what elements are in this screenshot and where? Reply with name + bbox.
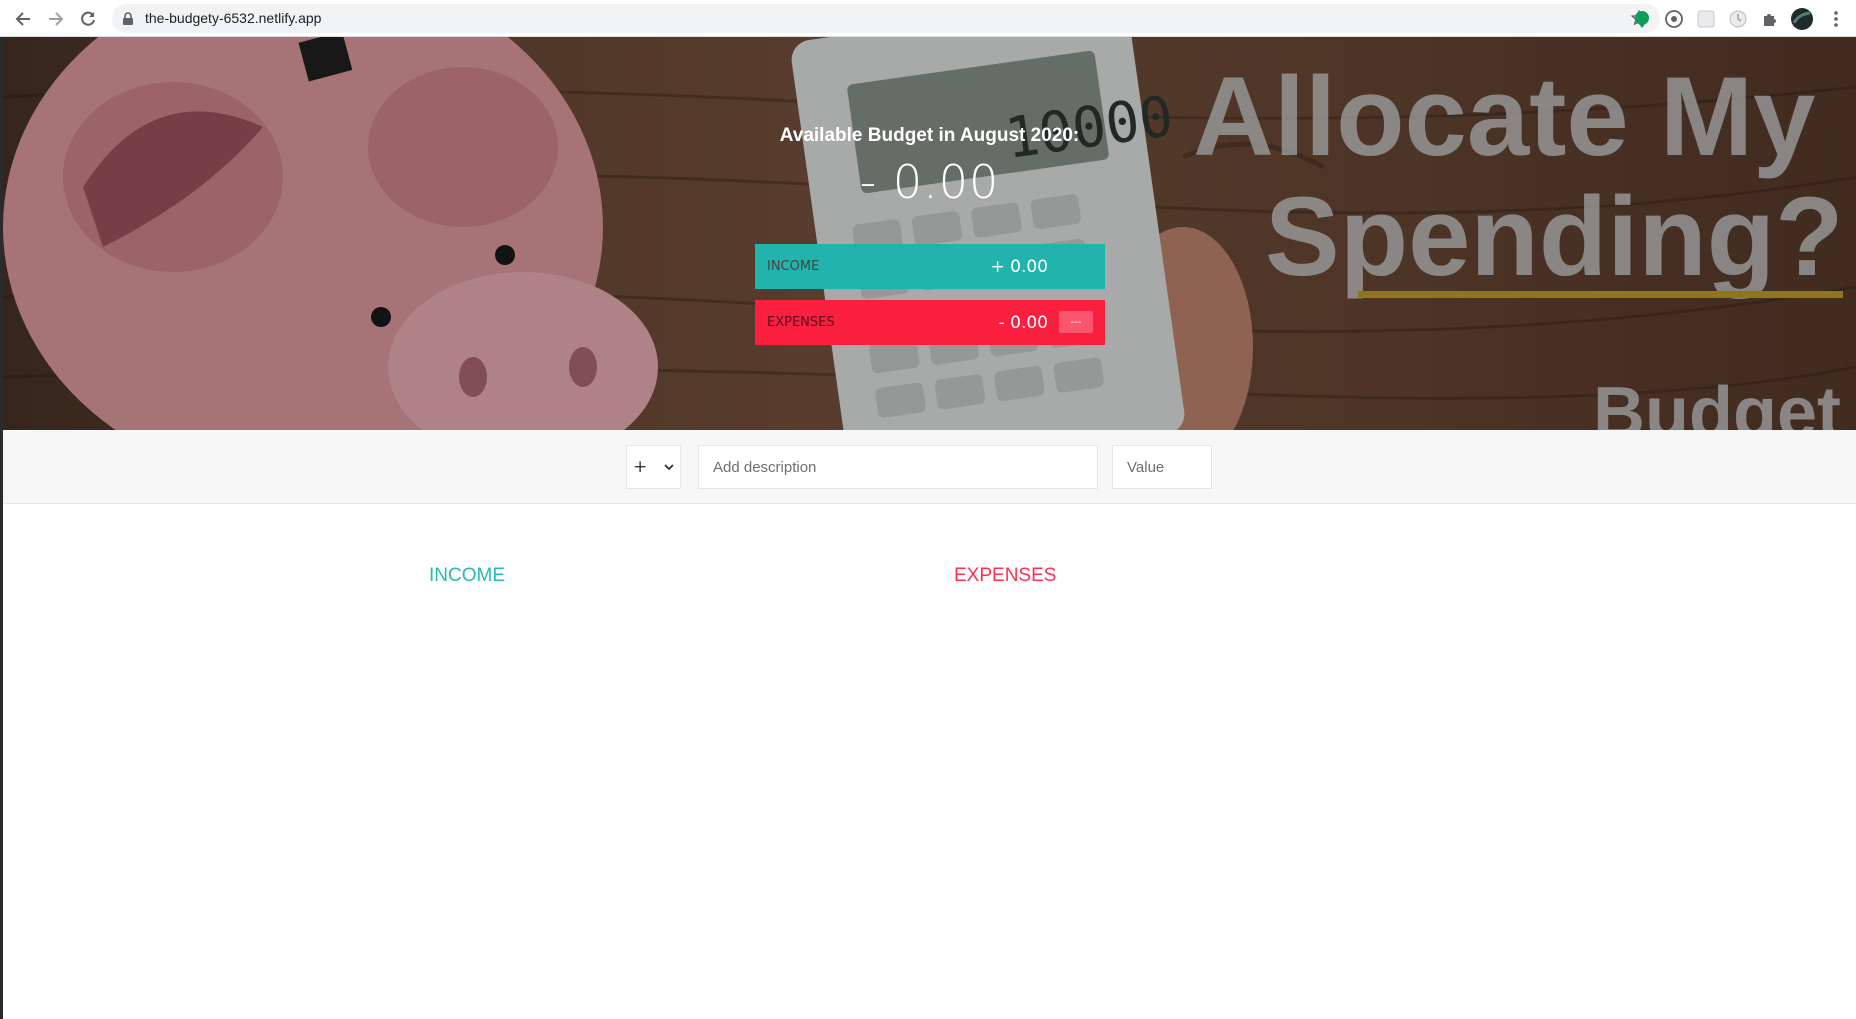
extension-green-icon[interactable] <box>1632 9 1652 29</box>
income-summary: INCOME + 0.00 <box>755 244 1105 289</box>
menu-icon[interactable] <box>1826 9 1846 29</box>
expenses-summary-label: EXPENSES <box>767 315 835 330</box>
expenses-list-title: EXPENSES <box>954 565 1057 586</box>
income-list-title: INCOME <box>429 565 505 586</box>
description-input[interactable] <box>698 445 1098 489</box>
add-item-bar: + <box>3 430 1856 504</box>
income-summary-label: INCOME <box>767 259 820 274</box>
hero-background-image: 10000 Allocate My Spending? Budget <box>3 37 1856 430</box>
type-select[interactable]: + <box>626 445 681 489</box>
expenses-summary: EXPENSES - 0.00 --- <box>755 300 1105 345</box>
puzzle-icon[interactable] <box>1760 9 1780 29</box>
extension-square-icon[interactable] <box>1696 9 1716 29</box>
back-icon[interactable] <box>10 6 36 32</box>
extension-clock-icon[interactable] <box>1728 9 1748 29</box>
forward-icon[interactable] <box>43 6 69 32</box>
extension-circle-icon[interactable] <box>1664 9 1684 29</box>
expenses-percentage-badge: --- <box>1059 311 1093 333</box>
profile-avatar[interactable] <box>1790 7 1814 31</box>
income-summary-value: + 0.00 <box>990 256 1049 277</box>
reload-icon[interactable] <box>75 6 101 32</box>
expenses-summary-value: - 0.00 <box>998 312 1048 333</box>
url-text: the-budgety-6532.netlify.app <box>145 10 322 26</box>
type-select-value: + <box>633 457 648 477</box>
budget-header: 10000 Allocate My Spending? Budget Avail… <box>3 37 1856 430</box>
address-bar[interactable]: the-budgety-6532.netlify.app <box>112 4 1660 33</box>
value-input[interactable] <box>1112 445 1212 489</box>
browser-toolbar: the-budgety-6532.netlify.app <box>0 0 1856 37</box>
budget-title: Available Budget in August 2020: <box>779 125 1080 146</box>
chevron-down-icon <box>664 464 674 471</box>
lock-icon <box>123 12 133 25</box>
available-budget-value: - 0.00 <box>859 155 1000 209</box>
